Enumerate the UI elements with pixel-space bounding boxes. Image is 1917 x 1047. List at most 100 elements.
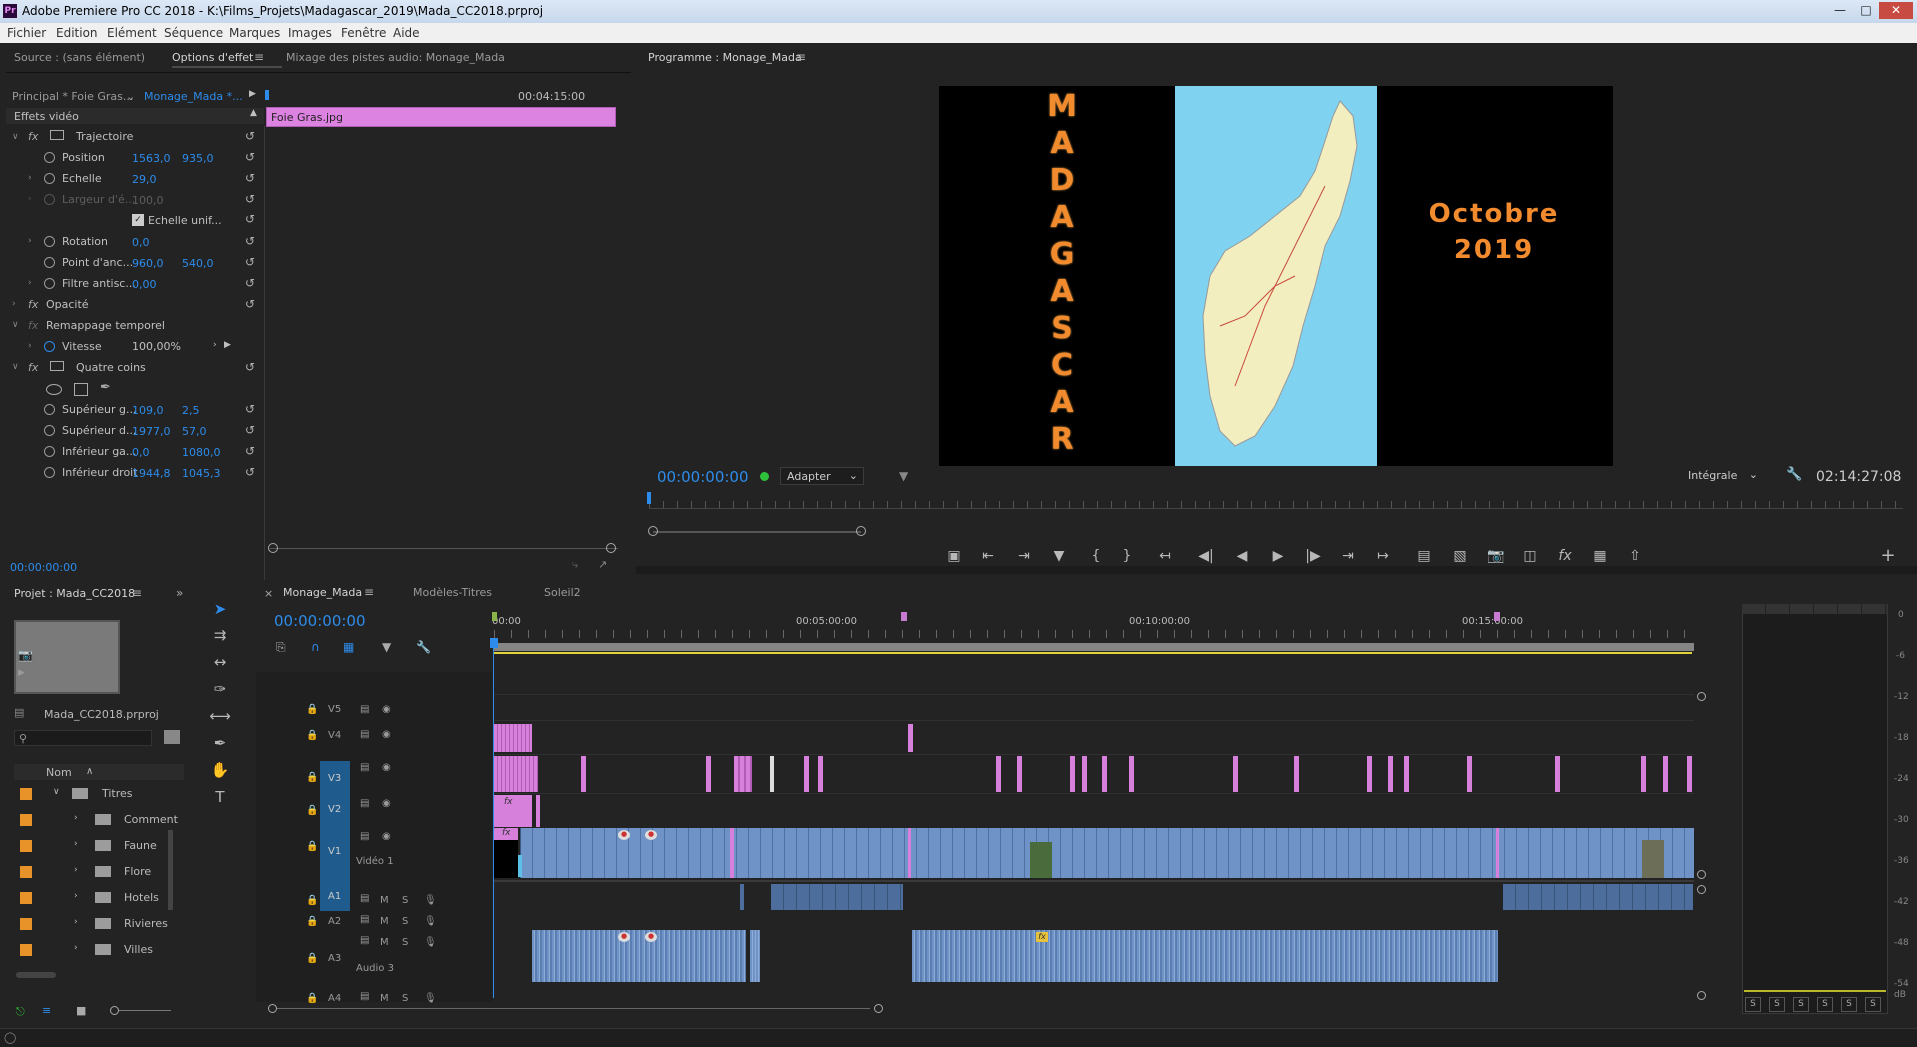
- expand-chevron-icon[interactable]: ›: [74, 943, 78, 953]
- expand-chevron-icon[interactable]: ›: [28, 341, 32, 351]
- title-clip[interactable]: [1070, 756, 1075, 792]
- vertical-scrollbar[interactable]: [168, 830, 173, 910]
- label-color-swatch[interactable]: [20, 814, 32, 826]
- snap-magnet-icon[interactable]: ∩: [311, 640, 320, 654]
- fx-icon[interactable]: fx: [28, 130, 38, 143]
- expand-chevron-icon[interactable]: ›: [74, 813, 78, 823]
- lock-icon[interactable]: 🔒: [306, 841, 318, 852]
- panel-menu-icon[interactable]: ≡: [796, 50, 806, 64]
- timeline-clip-bar[interactable]: Foie Gras.jpg: [266, 107, 616, 127]
- title-clip[interactable]: [536, 795, 540, 827]
- mute-button[interactable]: M: [380, 916, 389, 927]
- step-back-frame-icon[interactable]: ◀: [1232, 546, 1252, 566]
- safe-margins-icon[interactable]: ▣: [944, 546, 964, 566]
- slip-tool-icon[interactable]: ⟷: [208, 705, 232, 727]
- title-clip[interactable]: [581, 756, 586, 792]
- zoom-bar[interactable]: [653, 531, 861, 533]
- solo-button[interactable]: S: [402, 937, 408, 948]
- add-marker-icon[interactable]: ▼: [382, 640, 391, 654]
- stopwatch-icon[interactable]: [44, 404, 55, 415]
- scroll-handle-right[interactable]: [606, 543, 616, 553]
- sync-lock-icon[interactable]: ▤: [360, 991, 369, 1002]
- expand-chevron-icon[interactable]: ›: [28, 236, 32, 246]
- rect-mask-icon[interactable]: [74, 383, 88, 396]
- panel-menu-icon[interactable]: ≡: [254, 50, 264, 64]
- motion-transform-icon[interactable]: [50, 361, 64, 371]
- list-view-icon[interactable]: ≡: [42, 1004, 51, 1017]
- zoom-slider[interactable]: [111, 1010, 171, 1011]
- expand-chevron-icon[interactable]: ∨: [12, 132, 19, 142]
- title-clip[interactable]: [804, 756, 809, 792]
- sequence-marker[interactable]: [1494, 612, 1500, 621]
- antiflicker-value[interactable]: 0,00: [132, 278, 157, 291]
- corner-value[interactable]: 109,0: [132, 404, 164, 417]
- tab-source[interactable]: Source : (sans élément): [14, 51, 145, 64]
- track-label-a3[interactable]: A3: [328, 953, 341, 964]
- title-clip[interactable]: [1388, 756, 1393, 792]
- solo-button[interactable]: S: [402, 916, 408, 927]
- tab-soleil2[interactable]: Soleil2: [544, 586, 581, 599]
- fx-toggle-icon[interactable]: fx: [1555, 546, 1575, 566]
- label-color-swatch[interactable]: [20, 944, 32, 956]
- title-clip[interactable]: [770, 756, 774, 792]
- fx-icon[interactable]: fx: [28, 298, 38, 311]
- mute-button[interactable]: M: [380, 993, 389, 1004]
- video-preview[interactable]: M A D A G A S C A R Octobre 2019: [939, 86, 1613, 466]
- compare-icon[interactable]: ◫: [1520, 546, 1540, 566]
- sync-lock-icon[interactable]: ▤: [360, 914, 369, 925]
- vscroll-handle[interactable]: [1697, 692, 1706, 701]
- solo-button[interactable]: S: [1769, 997, 1785, 1012]
- export-icon[interactable]: ↗: [598, 558, 607, 571]
- in-point-marker[interactable]: [492, 612, 497, 621]
- lock-icon[interactable]: 🔒: [306, 704, 318, 715]
- add-button-icon[interactable]: +: [1878, 546, 1898, 566]
- reset-icon[interactable]: ↺: [245, 276, 255, 290]
- program-playhead[interactable]: [647, 492, 651, 504]
- anchor-y[interactable]: 540,0: [182, 257, 214, 270]
- nav-keyframe-icon[interactable]: ›: [213, 340, 217, 350]
- audio-clip[interactable]: [1503, 884, 1693, 910]
- tab-effect-options[interactable]: Options d'effet: [172, 51, 253, 64]
- stopwatch-icon[interactable]: [44, 278, 55, 289]
- solo-button[interactable]: S: [1841, 997, 1857, 1012]
- sync-lock-icon[interactable]: ▤: [360, 831, 369, 842]
- v2-source-patch[interactable]: V2: [320, 794, 350, 828]
- sync-lock-icon[interactable]: ▤: [360, 893, 369, 904]
- eye-icon[interactable]: ◉: [382, 729, 391, 740]
- scroll-up-icon[interactable]: ▲: [250, 108, 257, 118]
- solo-button[interactable]: S: [1793, 997, 1809, 1012]
- menu-marques[interactable]: Marques: [229, 26, 280, 40]
- audio-clip[interactable]: [771, 884, 903, 910]
- timeline-zoom-bar[interactable]: [270, 1008, 870, 1009]
- track-label-a4[interactable]: A4: [328, 993, 341, 1004]
- zoom-scrollbar[interactable]: [270, 548, 618, 549]
- lock-icon[interactable]: 🔒: [306, 805, 318, 816]
- sync-lock-icon[interactable]: ▤: [360, 798, 369, 809]
- motion-transform-icon[interactable]: [50, 130, 64, 140]
- master-clip-label[interactable]: Principal * Foie Gras...: [12, 90, 133, 103]
- expand-chevron-icon[interactable]: ∨: [53, 787, 60, 797]
- type-tool-icon[interactable]: T: [208, 786, 232, 808]
- project-search-input[interactable]: ⚲: [14, 730, 152, 746]
- solo-button[interactable]: S: [402, 895, 408, 906]
- track-label-v4[interactable]: V4: [328, 730, 341, 741]
- scale-value[interactable]: 29,0: [132, 173, 157, 186]
- label-color-swatch[interactable]: [20, 840, 32, 852]
- solo-button[interactable]: S: [1865, 997, 1881, 1012]
- mic-icon[interactable]: 🎙: [424, 993, 437, 1004]
- list-item[interactable]: ∨ Titres: [20, 786, 180, 806]
- timeline-zoom-left[interactable]: [268, 1004, 277, 1013]
- icon-view-icon[interactable]: ■: [76, 1004, 86, 1017]
- corner-value[interactable]: 1045,3: [182, 467, 221, 480]
- reset-icon[interactable]: ↺: [245, 150, 255, 164]
- step-back-icon[interactable]: ◀|: [1196, 546, 1216, 566]
- sort-ascending-icon[interactable]: ∧: [86, 766, 93, 777]
- video1-clip-strip[interactable]: [520, 828, 1694, 878]
- chevron-down-icon[interactable]: ⌄: [126, 90, 135, 103]
- title-clip[interactable]: fx: [494, 828, 518, 840]
- audio-waveform-clip[interactable]: [750, 930, 760, 982]
- a1-source-patch[interactable]: A1: [320, 883, 350, 911]
- column-header[interactable]: Nom ∧: [14, 764, 184, 780]
- mark-out-icon[interactable]: }: [1117, 546, 1137, 566]
- mute-button[interactable]: M: [380, 895, 389, 906]
